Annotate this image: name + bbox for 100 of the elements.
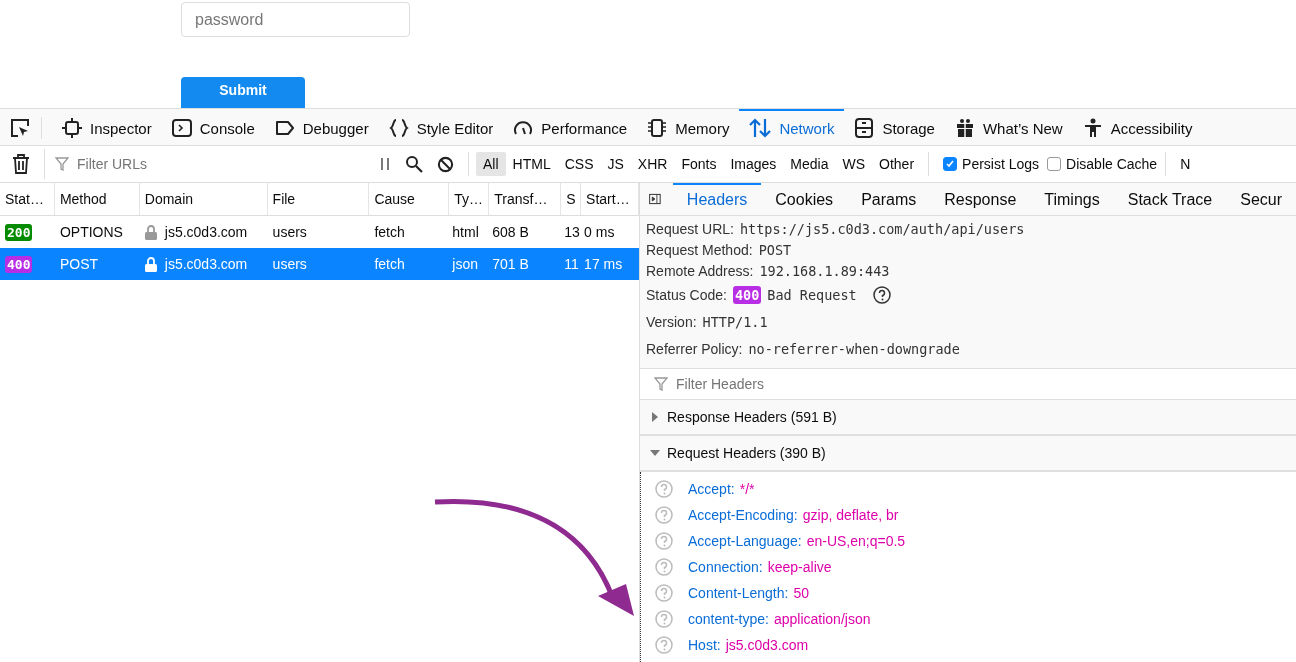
header-value: en-US,en;q=0.5 — [806, 533, 906, 549]
type-filter-button[interactable]: All — [476, 152, 506, 176]
lock-icon — [144, 256, 157, 272]
table-cell-text: 608 B — [491, 224, 530, 240]
header-name: Accept: — [688, 481, 735, 497]
type-filter-button[interactable]: Media — [783, 152, 836, 176]
gift-icon — [954, 118, 975, 138]
status-badge: 400 — [732, 285, 762, 304]
column-header[interactable]: File — [267, 183, 370, 215]
help-icon[interactable] — [872, 285, 891, 304]
column-header[interactable]: Cause — [369, 183, 450, 215]
expanded-triangle-icon — [650, 448, 660, 458]
chip-icon — [647, 118, 668, 138]
request-row[interactable]: 400 POST js5.c0d3.com users fetch json 701 B 11 17 ms — [0, 248, 639, 280]
column-header[interactable]: Stat… — [0, 183, 55, 215]
details-tab[interactable]: Timings — [1030, 183, 1114, 215]
devtools-tab[interactable]: Inspector — [52, 109, 162, 145]
header-value: gzip, deflate, br — [802, 507, 899, 523]
devtools-tab[interactable]: Console — [161, 109, 265, 145]
header-value: */* — [739, 481, 755, 497]
type-filter-button[interactable]: XHR — [630, 152, 675, 176]
header-name: Connection: — [688, 559, 763, 575]
summary-value: https://js5.c0d3.com/auth/api/users — [739, 220, 1025, 237]
sidebar-toggle-icon[interactable] — [649, 191, 661, 207]
person-icon — [1082, 118, 1103, 138]
pause-icon[interactable] — [379, 157, 391, 171]
summary-value: 192.168.1.89:443 — [759, 262, 890, 279]
table-cell-text: fetch — [373, 256, 406, 272]
tag-icon — [274, 118, 295, 138]
devtools-tab[interactable]: Performance — [503, 109, 638, 145]
column-header[interactable]: Ty… — [449, 183, 490, 215]
header-name: Content-Length: — [688, 585, 789, 601]
details-tab[interactable]: Cookies — [761, 183, 848, 215]
braces-icon — [388, 118, 409, 138]
password-field[interactable]: password — [181, 2, 410, 37]
table-cell-text: users — [271, 224, 308, 240]
type-filter-button[interactable]: CSS — [557, 152, 601, 176]
column-header[interactable]: Domain — [139, 183, 268, 215]
filter-icon — [654, 377, 668, 391]
header-value: keep-alive — [767, 559, 832, 575]
summary-value: no-referrer-when-downgrade — [748, 340, 960, 357]
header-name: Host: — [688, 637, 721, 653]
devtools-tab[interactable]: What’s New — [944, 109, 1073, 145]
devtools-tab[interactable]: Network — [739, 109, 845, 145]
trash-icon[interactable] — [12, 154, 30, 174]
header-name: content-type: — [688, 611, 769, 627]
details-tab[interactable]: Stack Trace — [1113, 183, 1227, 215]
column-header[interactable]: Method — [54, 183, 140, 215]
details-tab[interactable]: Headers — [672, 183, 762, 215]
header-value: application/json — [773, 611, 871, 627]
table-cell-text: users — [271, 256, 308, 272]
details-tab[interactable]: Response — [930, 183, 1031, 215]
submit-button[interactable]: Submit — [181, 77, 305, 108]
table-cell-text: fetch — [373, 224, 406, 240]
persist-logs-label: Persist Logs — [962, 156, 1040, 172]
devtools-tab[interactable]: Debugger — [264, 109, 379, 145]
lock-icon — [144, 224, 157, 240]
search-icon[interactable] — [405, 155, 423, 173]
type-filter-button[interactable]: JS — [600, 152, 631, 176]
request-row[interactable]: 200 OPTIONS js5.c0d3.com users fetch html 608 B 13 0 ms — [0, 216, 639, 248]
details-tab[interactable]: Secur — [1226, 183, 1296, 215]
table-cell-text: 17 ms — [583, 256, 624, 272]
disable-cache-checkbox[interactable] — [1047, 157, 1062, 171]
up-down-arrows-icon — [749, 118, 772, 138]
type-filter-button[interactable]: Images — [723, 152, 784, 176]
status-badge: 400 — [5, 255, 33, 273]
type-filter-button[interactable]: HTML — [505, 152, 558, 176]
domain-cell: js5.c0d3.com — [164, 256, 248, 272]
table-cell-text: 13 — [563, 224, 581, 240]
summary-label: Remote Address: — [646, 262, 754, 279]
block-icon[interactable] — [437, 155, 454, 173]
filter-urls-field[interactable]: Filter URLs — [75, 155, 329, 173]
details-tab[interactable]: Params — [847, 183, 931, 215]
column-header[interactable]: S — [561, 183, 582, 215]
devtools-tab[interactable]: Style Editor — [378, 109, 504, 145]
header-name: Accept-Encoding: — [688, 507, 798, 523]
devtools-tab[interactable]: Accessibility — [1072, 109, 1203, 145]
element-picker-icon[interactable] — [9, 117, 42, 139]
header-name: Accept-Language: — [688, 533, 802, 549]
section-header[interactable]: Response Headers (591 B) — [640, 400, 1296, 436]
header-value: js5.c0d3.com — [725, 637, 809, 653]
table-cell-text: html — [451, 224, 480, 240]
devtools-tab[interactable]: Memory — [637, 109, 740, 145]
type-filter-button[interactable]: Fonts — [674, 152, 724, 176]
collapsed-triangle-icon — [650, 412, 660, 422]
summary-label: Request URL: — [646, 220, 734, 237]
method-cell-text: OPTIONS — [58, 224, 124, 240]
summary-value: Bad Request — [767, 286, 857, 303]
crosshair-icon — [62, 118, 82, 138]
summary-value: HTTP/1.1 — [702, 313, 768, 330]
type-filter-button[interactable]: WS — [835, 152, 873, 176]
table-cell-text: 701 B — [491, 256, 530, 272]
column-header[interactable]: Start… — [581, 183, 639, 215]
disable-cache-label: Disable Cache — [1066, 156, 1158, 172]
persist-logs-checkbox[interactable] — [943, 157, 958, 171]
column-header[interactable]: Transf… — [489, 183, 562, 215]
type-filter-button[interactable]: Other — [872, 152, 922, 176]
summary-label: Referrer Policy: — [646, 340, 743, 357]
throttle-menu-text[interactable]: N — [1180, 156, 1191, 172]
devtools-tab[interactable]: Storage — [844, 109, 945, 145]
